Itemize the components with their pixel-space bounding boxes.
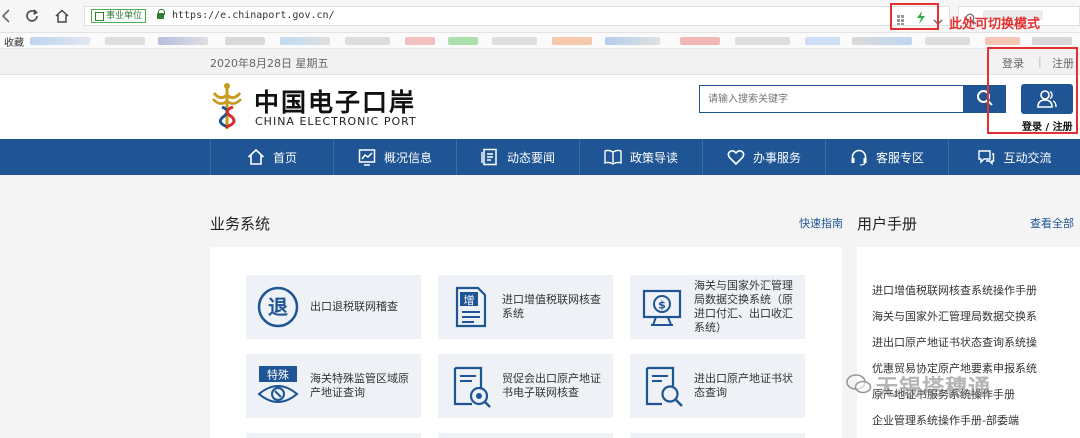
bookmark-item[interactable] [158, 37, 208, 45]
chat-icon [978, 150, 995, 166]
manual-item[interactable]: 企业管理系统操作手册-部委端 [872, 412, 1077, 428]
logo-emblem-icon[interactable] [208, 81, 246, 131]
nav-label: 政策导读 [629, 150, 678, 165]
business-panel: 退 出口退税联网稽查 增 进口增值税联网核查系统 $ 海关与国家外汇管理局数据交… [210, 247, 842, 438]
wechat-icon [846, 374, 872, 394]
nav-customer-service[interactable]: 客服专区 [825, 139, 948, 175]
nav-label: 动态要闻 [506, 150, 555, 165]
bookmark-item[interactable] [225, 37, 265, 45]
main-navigation: 首页 概况信息 动态要闻 政策导读 办事服务 客服专区 互动交流 [0, 139, 1080, 175]
certificate-search-icon [645, 366, 683, 407]
business-card-label: 出口退税联网稽查 [310, 300, 398, 313]
bookmark-item[interactable] [852, 37, 912, 45]
bookmarks-label[interactable]: 收藏 [4, 34, 24, 49]
certificate-badge[interactable]: 事业单位 [91, 9, 147, 23]
nav-services[interactable]: 办事服务 [702, 139, 825, 175]
date-text: 2020年8月28日 星期五 [210, 57, 329, 70]
business-card-partial[interactable] [438, 433, 613, 438]
svg-text:$: $ [658, 299, 666, 312]
business-card-partial[interactable] [630, 433, 805, 438]
address-bar[interactable]: 事业单位 https://e.chinaport.gov.cn/ [84, 6, 950, 26]
url-text[interactable]: https://e.chinaport.gov.cn/ [172, 10, 335, 21]
manual-item[interactable]: 海关与国家外汇管理局数据交换系 [872, 308, 1077, 324]
site-header: 中国电子口岸 CHINA ELECTRONIC PORT 登录 / 注册 [0, 75, 1080, 139]
currency-monitor-icon: $ [642, 289, 682, 326]
business-card-label: 贸促会出口原产地证书电子联网核查 [502, 372, 601, 399]
bookmark-item[interactable] [735, 37, 790, 45]
tax-refund-icon: 退 [257, 286, 299, 328]
bookmark-item[interactable] [605, 37, 660, 45]
special-zone-eye-icon: 特殊 [257, 366, 299, 403]
bookmark-item[interactable] [985, 37, 1020, 45]
bookmark-item[interactable] [805, 37, 840, 45]
special-zone-glyph: 特殊 [267, 368, 289, 382]
manual-item[interactable]: 进口增值税联网核查系统操作手册 [872, 282, 1077, 298]
bookmark-item[interactable] [345, 37, 390, 45]
bookmark-item[interactable] [105, 37, 145, 45]
bookmark-item[interactable] [925, 37, 970, 45]
book-icon [604, 149, 622, 165]
bookmark-item[interactable] [448, 37, 478, 45]
back-icon[interactable] [0, 6, 16, 26]
vat-document-icon: 增 [455, 286, 487, 328]
bookmark-item[interactable] [405, 37, 435, 45]
nav-home[interactable]: 首页 [210, 139, 333, 175]
bookmark-item[interactable] [1032, 37, 1072, 45]
headset-icon [851, 149, 867, 166]
bookmark-item[interactable] [680, 37, 720, 45]
quick-guide-link[interactable]: 快速指南 [799, 215, 843, 231]
tax-refund-glyph: 退 [268, 295, 288, 319]
business-section-title: 业务系统 [210, 215, 271, 233]
business-card-tax-refund[interactable]: 退 出口退税联网稽查 [246, 275, 421, 339]
refresh-icon[interactable] [22, 6, 42, 26]
business-card-label: 进出口原产地证书状态查询 [694, 372, 793, 399]
logo-title[interactable]: 中国电子口岸 [254, 83, 416, 119]
home-icon[interactable] [52, 6, 72, 26]
bookmarks-bar: 收藏 [0, 33, 1080, 49]
site-topbar: 2020年8月28日 星期五 登录 | 注册 [0, 49, 1080, 75]
business-card-label: 进口增值税联网核查系统 [502, 293, 601, 320]
news-icon [481, 148, 497, 166]
manual-panel: 进口增值税联网核查系统操作手册 海关与国家外汇管理局数据交换系 进出口原产地证书… [857, 247, 1080, 438]
mode-switch-note: 此处可切换模式 [949, 17, 1041, 32]
bookmark-item[interactable] [552, 37, 592, 45]
nav-label: 概况信息 [383, 150, 432, 165]
business-card-origin-status[interactable]: 进出口原产地证书状态查询 [630, 354, 805, 418]
nav-overview[interactable]: 概况信息 [333, 139, 456, 175]
manual-section-title: 用户手册 [857, 215, 918, 233]
business-card-forex[interactable]: $ 海关与国家外汇管理局数据交换系统（原进口付汇、出口收汇系统） [630, 275, 805, 339]
certificate-check-icon [453, 366, 491, 408]
heart-icon [727, 149, 745, 166]
nav-label: 客服专区 [875, 150, 924, 165]
vat-glyph: 增 [464, 293, 475, 307]
nav-news[interactable]: 动态要闻 [456, 139, 579, 175]
bookmark-item[interactable] [492, 37, 537, 45]
business-card-label: 海关特殊监管区域原产地证查询 [310, 372, 409, 399]
nav-label: 办事服务 [752, 150, 801, 165]
bookmark-item[interactable] [30, 37, 90, 45]
business-card-partial[interactable] [246, 433, 421, 438]
site-search-input[interactable] [699, 85, 964, 113]
business-card-vat[interactable]: 增 进口增值税联网核查系统 [438, 275, 613, 339]
watermark-text: 无锡塔穗通 [876, 376, 992, 401]
view-all-link[interactable]: 查看全部 [1030, 215, 1074, 231]
nav-interaction[interactable]: 互动交流 [948, 139, 1080, 175]
nav-policy[interactable]: 政策导读 [579, 139, 702, 175]
business-card-special-zone[interactable]: 特殊 海关特殊监管区域原产地证查询 [246, 354, 421, 418]
home-icon [247, 148, 265, 165]
login-area-highlight [987, 47, 1078, 134]
mode-switch-highlight [890, 3, 939, 30]
business-card-ccpit-certificate[interactable]: 贸促会出口原产地证书电子联网核查 [438, 354, 613, 418]
manual-item[interactable]: 进出口原产地证书状态查询系统操 [872, 334, 1077, 350]
business-card-label: 海关与国家外汇管理局数据交换系统（原进口付汇、出口收汇系统） [694, 279, 793, 334]
chart-icon [358, 149, 376, 166]
nav-label: 首页 [272, 150, 297, 165]
logo-subtitle: CHINA ELECTRONIC PORT [255, 115, 417, 128]
nav-label: 互动交流 [1003, 150, 1052, 165]
bookmark-item[interactable] [280, 37, 330, 45]
browser-toolbar: 事业单位 https://e.chinaport.gov.cn/ 此处可切换模式 [0, 0, 1080, 33]
